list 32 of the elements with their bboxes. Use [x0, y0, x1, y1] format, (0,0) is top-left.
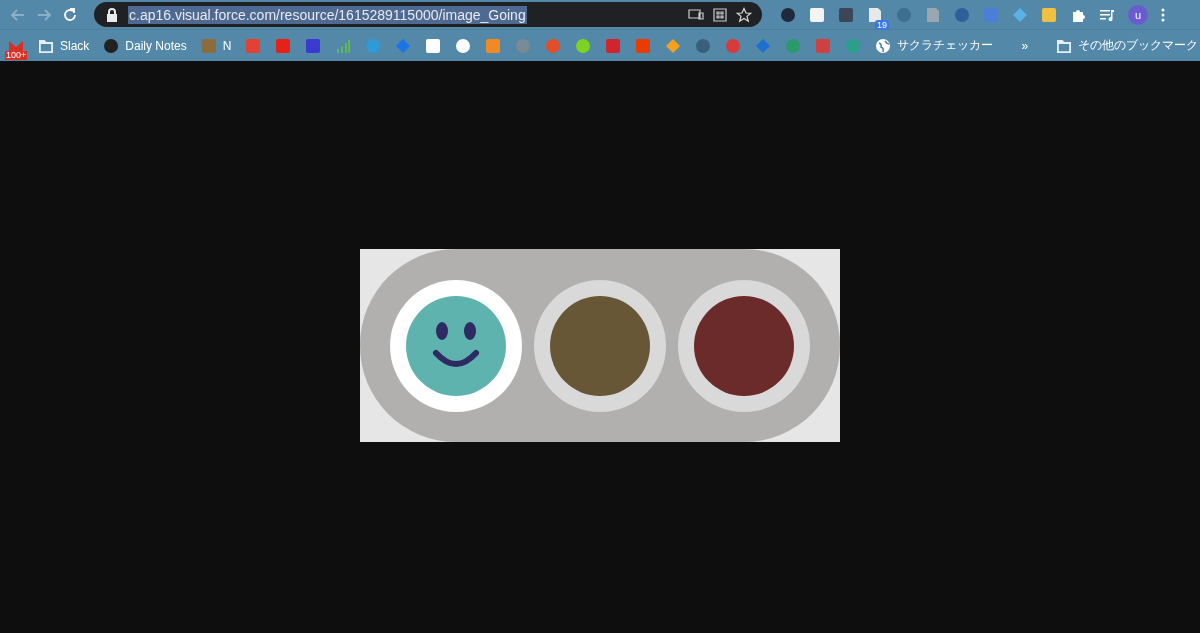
extension-icon[interactable] — [1041, 6, 1057, 23]
bookmark-item[interactable]: サクラチェッカー — [875, 37, 994, 54]
bookmark-icon[interactable] — [305, 37, 322, 54]
extension-icon[interactable] — [780, 6, 796, 23]
profile-avatar[interactable]: u — [1128, 4, 1148, 25]
extension-icon[interactable] — [809, 6, 825, 23]
extension-icon[interactable] — [1012, 6, 1028, 23]
url-text: c.ap16.visual.force.com/resource/1615289115000/image_Going — [128, 5, 527, 24]
menu-icon[interactable] — [1161, 6, 1165, 23]
folder-icon — [1056, 37, 1073, 54]
bookmark-item[interactable]: Slack — [38, 37, 90, 54]
qr-code-icon[interactable] — [712, 6, 728, 23]
bookmark-icon[interactable] — [575, 37, 592, 54]
count-badge: 19 — [875, 19, 889, 30]
cast-icon[interactable] — [688, 6, 704, 23]
bookmark-icon[interactable] — [665, 37, 682, 54]
bookmark-icon[interactable] — [485, 37, 502, 54]
lock-icon — [104, 6, 120, 23]
extension-icon[interactable] — [838, 6, 854, 23]
bookmark-icon[interactable] — [455, 37, 472, 54]
bookmark-icon[interactable] — [335, 37, 352, 54]
bookmark-folder[interactable]: その他のブックマーク — [1056, 37, 1199, 54]
bookmark-icon[interactable] — [425, 37, 442, 54]
extension-icon[interactable] — [954, 6, 970, 23]
more-bookmarks-button[interactable]: » — [1021, 38, 1029, 53]
bookmark-item[interactable]: N — [200, 37, 232, 54]
bookmark-icon[interactable] — [695, 37, 712, 54]
address-bar[interactable]: c.ap16.visual.force.com/resource/1615289115000/image_Going — [94, 2, 762, 27]
bookmark-item[interactable]: Daily Notes — [103, 37, 187, 54]
extension-icon[interactable] — [867, 6, 883, 23]
star-icon[interactable] — [736, 6, 752, 23]
count-badge: 100+ — [5, 50, 28, 60]
